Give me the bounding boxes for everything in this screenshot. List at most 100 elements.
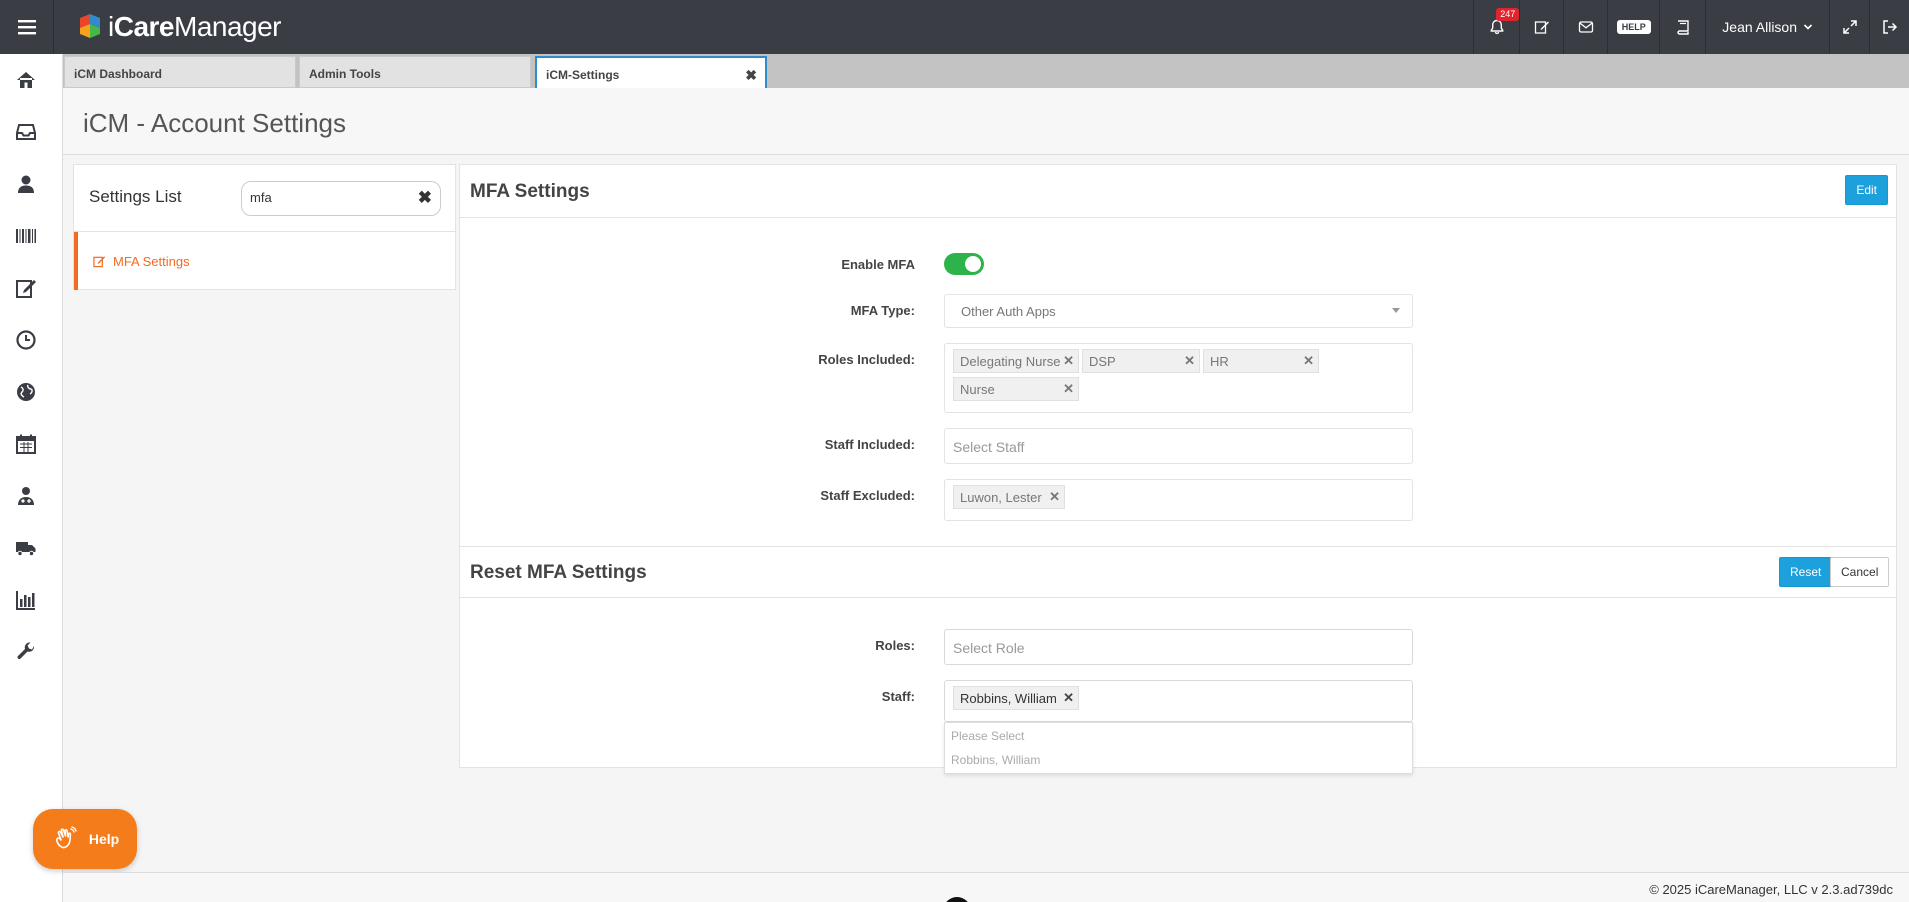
close-icon[interactable]: ✖	[745, 67, 757, 84]
remove-icon[interactable]: ✕	[1063, 353, 1074, 369]
truck-icon	[16, 542, 36, 557]
settings-item-label: MFA Settings	[113, 253, 190, 269]
bell-icon	[1490, 19, 1504, 35]
sidebar-item-transport[interactable]	[0, 522, 52, 574]
sidebar-item-users[interactable]	[0, 158, 52, 210]
top-navbar: iCareManager 247 HELP Jean Allison	[0, 0, 1909, 54]
reset-button[interactable]: Reset	[1779, 557, 1833, 587]
clear-search-icon[interactable]: ✖	[418, 188, 432, 208]
sidebar-item-calendar[interactable]	[0, 418, 52, 470]
chat-launcher[interactable]	[943, 897, 971, 902]
settings-search: ✖	[241, 181, 441, 216]
help-widget-label: Help	[88, 831, 120, 847]
staff-included-placeholder: Select Staff	[953, 439, 1025, 455]
remove-icon[interactable]: ✕	[1063, 690, 1074, 706]
guide-button[interactable]	[1659, 0, 1705, 54]
app-logo[interactable]: iCareManager	[76, 9, 282, 45]
remove-icon[interactable]: ✕	[1049, 489, 1060, 505]
hamburger-icon	[17, 20, 36, 35]
role-chip: Nurse ✕	[953, 377, 1079, 401]
page-header: iCM - Account Settings	[63, 88, 1909, 155]
left-sidebar	[0, 54, 63, 902]
sidebar-item-inbox[interactable]	[0, 106, 52, 158]
roles-included-label: Roles Included:	[818, 352, 915, 367]
roles-label: Roles:	[875, 638, 915, 653]
help-link[interactable]: HELP	[1607, 0, 1659, 54]
compose-button[interactable]	[1519, 0, 1563, 54]
app-name: iCareManager	[108, 11, 282, 42]
fullscreen-button[interactable]	[1829, 0, 1869, 54]
envelope-icon	[1578, 21, 1593, 33]
tab-icm-dashboard[interactable]: iCM Dashboard	[64, 56, 296, 88]
mfa-type-select[interactable]: Other Auth Apps	[944, 294, 1413, 328]
dropdown-option[interactable]: Robbins, William	[951, 753, 1040, 767]
roles-placeholder: Select Role	[953, 640, 1025, 656]
edit-button[interactable]: Edit	[1845, 175, 1888, 205]
logout-button[interactable]	[1869, 0, 1909, 54]
section-title: Reset MFA Settings	[470, 562, 647, 583]
remove-icon[interactable]: ✕	[1184, 353, 1195, 369]
sidebar-item-reports[interactable]	[0, 574, 52, 626]
staff-label: Staff:	[881, 689, 915, 704]
staff-chip: Robbins, William ✕	[953, 686, 1079, 710]
copyright-text: © 2025 iCareManager, LLC v 2.3.ad739dc	[1649, 882, 1893, 897]
bar-chart-icon	[16, 591, 35, 610]
sign-out-icon	[1882, 20, 1897, 34]
sidebar-item-barcode[interactable]	[0, 210, 52, 262]
waving-hand-icon	[55, 826, 77, 849]
page-title: iCM - Account Settings	[83, 108, 346, 138]
roles-included-field[interactable]: Delegating Nurse ✕ DSP ✕ HR ✕ Nurse ✕	[944, 343, 1413, 413]
enable-mfa-label: Enable MFA	[841, 257, 915, 272]
caret-down-icon	[1392, 308, 1400, 313]
sidebar-item-home[interactable]	[0, 54, 52, 106]
sidebar-item-global[interactable]	[0, 366, 52, 418]
sidebar-item-notes[interactable]	[0, 262, 52, 314]
role-chip: Delegating Nurse ✕	[953, 349, 1079, 373]
staff-included-field[interactable]: Select Staff	[944, 428, 1413, 464]
cancel-button[interactable]: Cancel	[1830, 557, 1890, 587]
user-icon	[18, 175, 34, 193]
tab-admin-tools[interactable]: Admin Tools	[299, 56, 531, 88]
staff-chip: Luwon, Lester ✕	[953, 485, 1065, 509]
inbox-icon	[16, 124, 36, 140]
menu-toggle-button[interactable]	[0, 0, 54, 54]
user-menu[interactable]: Jean Allison	[1705, 0, 1829, 54]
sidebar-item-time[interactable]	[0, 314, 52, 366]
mfa-type-label: MFA Type:	[850, 303, 915, 318]
staff-select-field[interactable]: Robbins, William ✕	[944, 680, 1413, 722]
settings-item-mfa[interactable]: MFA Settings	[74, 232, 455, 290]
role-chip: DSP ✕	[1082, 349, 1200, 373]
messages-button[interactable]	[1563, 0, 1607, 54]
wrench-icon	[17, 642, 35, 660]
home-icon	[17, 72, 35, 88]
edit-icon	[16, 280, 36, 298]
barcode-icon	[16, 229, 36, 243]
dropdown-option[interactable]: Please Select	[951, 729, 1024, 743]
tab-icm-settings[interactable]: iCM-Settings ✖	[535, 56, 767, 88]
sidebar-item-medical[interactable]	[0, 470, 52, 522]
notifications-button[interactable]: 247	[1473, 0, 1520, 54]
enable-mfa-toggle[interactable]	[944, 253, 984, 275]
remove-icon[interactable]: ✕	[1063, 381, 1074, 397]
sidebar-item-admin[interactable]	[0, 626, 52, 678]
roles-select-field[interactable]: Select Role	[944, 629, 1413, 665]
globe-icon	[17, 383, 35, 401]
expand-icon	[1842, 20, 1857, 34]
staff-excluded-field[interactable]: Luwon, Lester ✕	[944, 479, 1413, 521]
calendar-icon	[16, 434, 36, 454]
role-chip: HR ✕	[1203, 349, 1319, 373]
clock-icon	[16, 330, 36, 350]
edit-icon	[93, 255, 106, 267]
edit-icon	[1534, 21, 1549, 34]
book-icon	[1677, 20, 1689, 35]
footer: © 2025 iCareManager, LLC v 2.3.ad739dc	[63, 872, 1909, 902]
remove-icon[interactable]: ✕	[1303, 353, 1314, 369]
settings-list-panel: Settings List ✖ MFA Settings	[73, 164, 456, 290]
settings-search-input[interactable]	[250, 190, 410, 205]
mfa-settings-header: MFA Settings Edit	[460, 165, 1896, 218]
section-title: MFA Settings	[470, 181, 590, 202]
staff-dropdown: Please Select Robbins, William	[944, 722, 1413, 774]
help-widget-button[interactable]: Help	[33, 809, 137, 869]
logo-icon	[80, 14, 100, 38]
notification-count-badge: 247	[1496, 8, 1520, 21]
